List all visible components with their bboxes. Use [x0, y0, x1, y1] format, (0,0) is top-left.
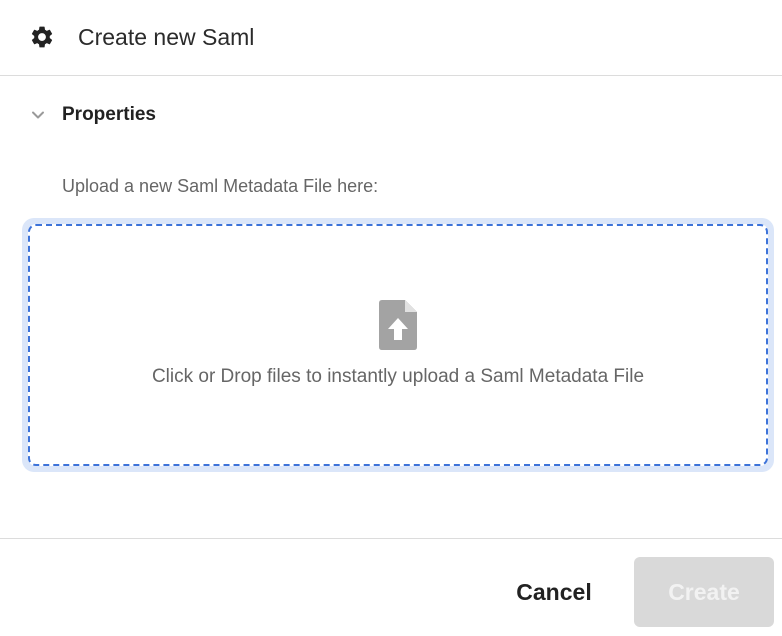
upload-instruction-label: Upload a new Saml Metadata File here:	[62, 176, 379, 196]
cancel-button[interactable]: Cancel	[498, 557, 610, 627]
dialog-footer: Cancel Create	[0, 538, 782, 636]
dialog-title: Create new Saml	[78, 24, 255, 50]
dropzone-text: Click or Drop files to instantly upload …	[151, 366, 645, 387]
create-button[interactable]: Create	[634, 557, 774, 627]
create-saml-dialog: Create new Saml Properties Upload a new …	[0, 0, 782, 636]
properties-section-toggle[interactable]: Properties	[26, 100, 156, 130]
dialog-header: Create new Saml	[0, 0, 782, 76]
file-dropzone[interactable]: Click or Drop files to instantly upload …	[28, 224, 768, 466]
dropzone-focus-ring: Click or Drop files to instantly upload …	[22, 218, 774, 472]
gear-icon	[31, 26, 53, 48]
file-upload-icon	[379, 300, 417, 350]
chevron-down-icon	[32, 111, 44, 119]
properties-label: Properties	[62, 104, 156, 125]
